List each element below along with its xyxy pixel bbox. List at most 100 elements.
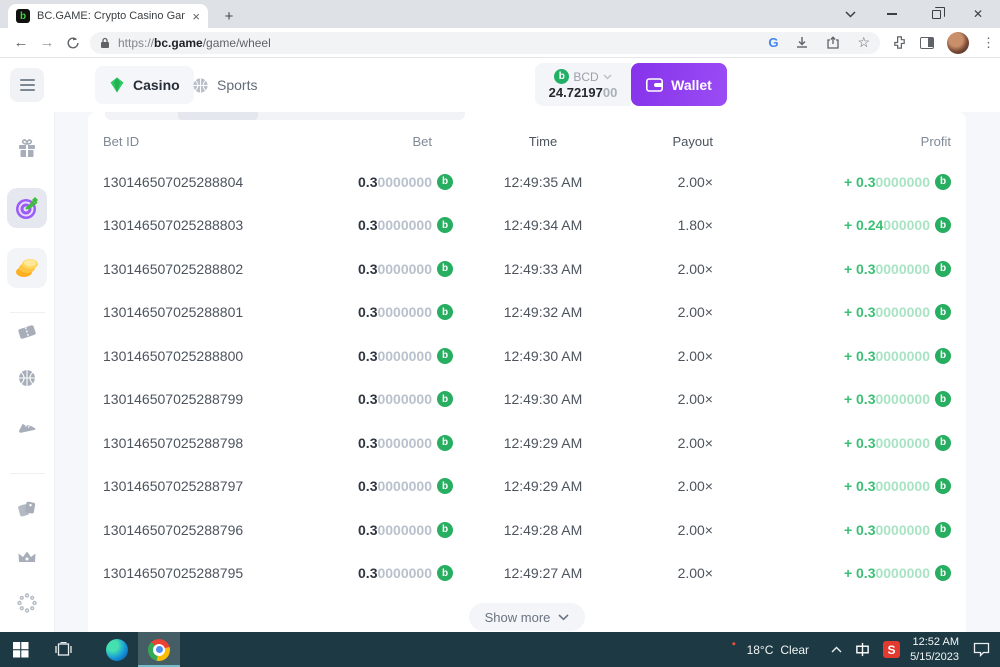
- weather-widget[interactable]: 18°C Clear: [721, 640, 810, 659]
- bet-id: 130146507025288804: [103, 174, 303, 190]
- bet-dim: 0000000: [377, 435, 432, 451]
- weather-condition-label: Clear: [780, 643, 809, 657]
- wallet-button[interactable]: Wallet: [631, 63, 727, 106]
- table-row[interactable]: 130146507025288801 0.30000000 b 12:49:32…: [88, 291, 966, 335]
- bet-main: 0.3: [358, 348, 377, 364]
- tags-icon[interactable]: [17, 499, 38, 517]
- taskbar-clock[interactable]: 12:52 AM 5/15/2023: [910, 635, 959, 664]
- bcd-coin-icon: b: [935, 565, 951, 581]
- casino-diamond-icon: [109, 77, 125, 93]
- bookmark-star-icon[interactable]: ☆: [857, 34, 870, 51]
- bcd-coin-icon: b: [437, 217, 453, 233]
- back-icon[interactable]: ←: [8, 30, 34, 56]
- bet-time: 12:49:34 AM: [453, 217, 633, 233]
- bet-main: 0.3: [358, 391, 377, 407]
- restore-button[interactable]: [916, 0, 956, 28]
- bcd-coin-icon: b: [935, 174, 951, 190]
- profit-main: + 0.3: [844, 478, 876, 494]
- reload-icon[interactable]: [60, 30, 86, 56]
- browser-profile-avatar[interactable]: [947, 32, 969, 54]
- minimize-button[interactable]: [872, 0, 912, 28]
- ime-chinese-icon[interactable]: [855, 642, 870, 657]
- sneaker-icon[interactable]: [17, 419, 38, 435]
- tab-search-icon[interactable]: [830, 0, 870, 28]
- sogou-ime-icon[interactable]: S: [883, 641, 900, 658]
- profit-main: + 0.3: [844, 522, 876, 538]
- bet-payout: 2.00×: [633, 565, 713, 581]
- sidebar-item-wheel-active[interactable]: [7, 188, 47, 228]
- sports-basketball-icon: [192, 77, 209, 94]
- bet-payout: 2.00×: [633, 174, 713, 190]
- crown-icon[interactable]: [17, 549, 37, 565]
- basketball-icon[interactable]: [18, 369, 37, 388]
- google-icon[interactable]: G: [768, 35, 778, 50]
- profit-main: + 0.3: [844, 261, 876, 277]
- sidebar-item-coins[interactable]: [7, 248, 47, 288]
- bet-payout: 2.00×: [633, 261, 713, 277]
- hamburger-menu-button[interactable]: [10, 68, 44, 102]
- bcd-coin-icon: b: [437, 304, 453, 320]
- browser-menu-icon[interactable]: ⋮: [982, 35, 995, 51]
- bet-id: 130146507025288797: [103, 478, 303, 494]
- table-row[interactable]: 130146507025288795 0.30000000 b 12:49:27…: [88, 552, 966, 596]
- tab-sports[interactable]: Sports: [192, 66, 257, 104]
- profit-dim: 0000000: [875, 174, 930, 190]
- bet-main: 0.3: [358, 261, 377, 277]
- target-icon: [14, 195, 40, 221]
- table-row[interactable]: 130146507025288802 0.30000000 b 12:49:33…: [88, 247, 966, 291]
- bcd-coin-icon: b: [935, 435, 951, 451]
- close-button[interactable]: ✕: [958, 0, 998, 28]
- temperature-label: 18°C: [747, 643, 774, 657]
- url-text: https://bc.game/game/wheel: [118, 36, 760, 50]
- bet-time: 12:49:27 AM: [453, 565, 633, 581]
- side-panel-icon[interactable]: [920, 37, 934, 49]
- download-icon[interactable]: [795, 36, 809, 50]
- show-more-button[interactable]: Show more: [469, 603, 586, 631]
- browser-tabstrip: b BC.GAME: Crypto Casino Games × + ✕: [0, 0, 1000, 28]
- history-tabs-partial[interactable]: [105, 112, 949, 122]
- tab-casino[interactable]: Casino: [95, 66, 194, 104]
- sidebar: [0, 112, 55, 632]
- forward-icon[interactable]: →: [34, 30, 60, 56]
- browser-toolbar: ← → https://bc.game/game/wheel G: [0, 28, 1000, 58]
- tab-close-icon[interactable]: ×: [192, 9, 200, 24]
- bet-rows: 130146507025288804 0.30000000 b 12:49:35…: [88, 160, 966, 595]
- chrome-taskbar-icon[interactable]: [138, 632, 180, 667]
- table-row[interactable]: 130146507025288804 0.30000000 b 12:49:35…: [88, 160, 966, 204]
- currency-selector[interactable]: b BCD 24.7219700: [535, 63, 631, 106]
- address-bar[interactable]: https://bc.game/game/wheel G ☆: [90, 32, 880, 54]
- profit-main: + 0.3: [844, 435, 876, 451]
- clock-time: 12:52 AM: [910, 635, 959, 649]
- ticket-icon[interactable]: [17, 323, 37, 341]
- main-content: Bet ID Bet Time Payout Profit 1301465070…: [56, 112, 1000, 632]
- table-row[interactable]: 130146507025288796 0.30000000 b 12:49:28…: [88, 508, 966, 552]
- share-icon[interactable]: [826, 36, 840, 50]
- task-view-button[interactable]: [42, 632, 84, 667]
- table-row[interactable]: 130146507025288797 0.30000000 b 12:49:29…: [88, 465, 966, 509]
- profit-dim: 0000000: [875, 304, 930, 320]
- start-button[interactable]: [0, 632, 42, 667]
- bet-time: 12:49:30 AM: [453, 348, 633, 364]
- community-icon[interactable]: [17, 593, 37, 613]
- bet-time: 12:49:28 AM: [453, 522, 633, 538]
- browser-tab[interactable]: b BC.GAME: Crypto Casino Games ×: [8, 4, 208, 28]
- bet-history-card: Bet ID Bet Time Payout Profit 1301465070…: [88, 112, 966, 632]
- gift-icon[interactable]: [17, 138, 37, 158]
- show-more-label: Show more: [485, 610, 551, 625]
- table-row[interactable]: 130146507025288799 0.30000000 b 12:49:30…: [88, 378, 966, 422]
- extensions-icon[interactable]: [892, 35, 907, 50]
- new-tab-button[interactable]: +: [218, 5, 240, 27]
- action-center-icon[interactable]: [973, 642, 990, 657]
- edge-taskbar-icon[interactable]: [96, 632, 138, 667]
- site-header: Casino Sports b BCD 24.7219700: [0, 58, 1000, 112]
- bet-dim: 0000000: [377, 304, 432, 320]
- sports-label: Sports: [217, 77, 257, 93]
- bcd-coin-icon: b: [437, 348, 453, 364]
- tray-expand-icon[interactable]: [831, 646, 842, 653]
- chevron-down-icon: [603, 74, 612, 80]
- table-row[interactable]: 130146507025288800 0.30000000 b 12:49:30…: [88, 334, 966, 378]
- bet-main: 0.3: [358, 522, 377, 538]
- bet-dim: 0000000: [377, 565, 432, 581]
- table-row[interactable]: 130146507025288798 0.30000000 b 12:49:29…: [88, 421, 966, 465]
- table-row[interactable]: 130146507025288803 0.30000000 b 12:49:34…: [88, 204, 966, 248]
